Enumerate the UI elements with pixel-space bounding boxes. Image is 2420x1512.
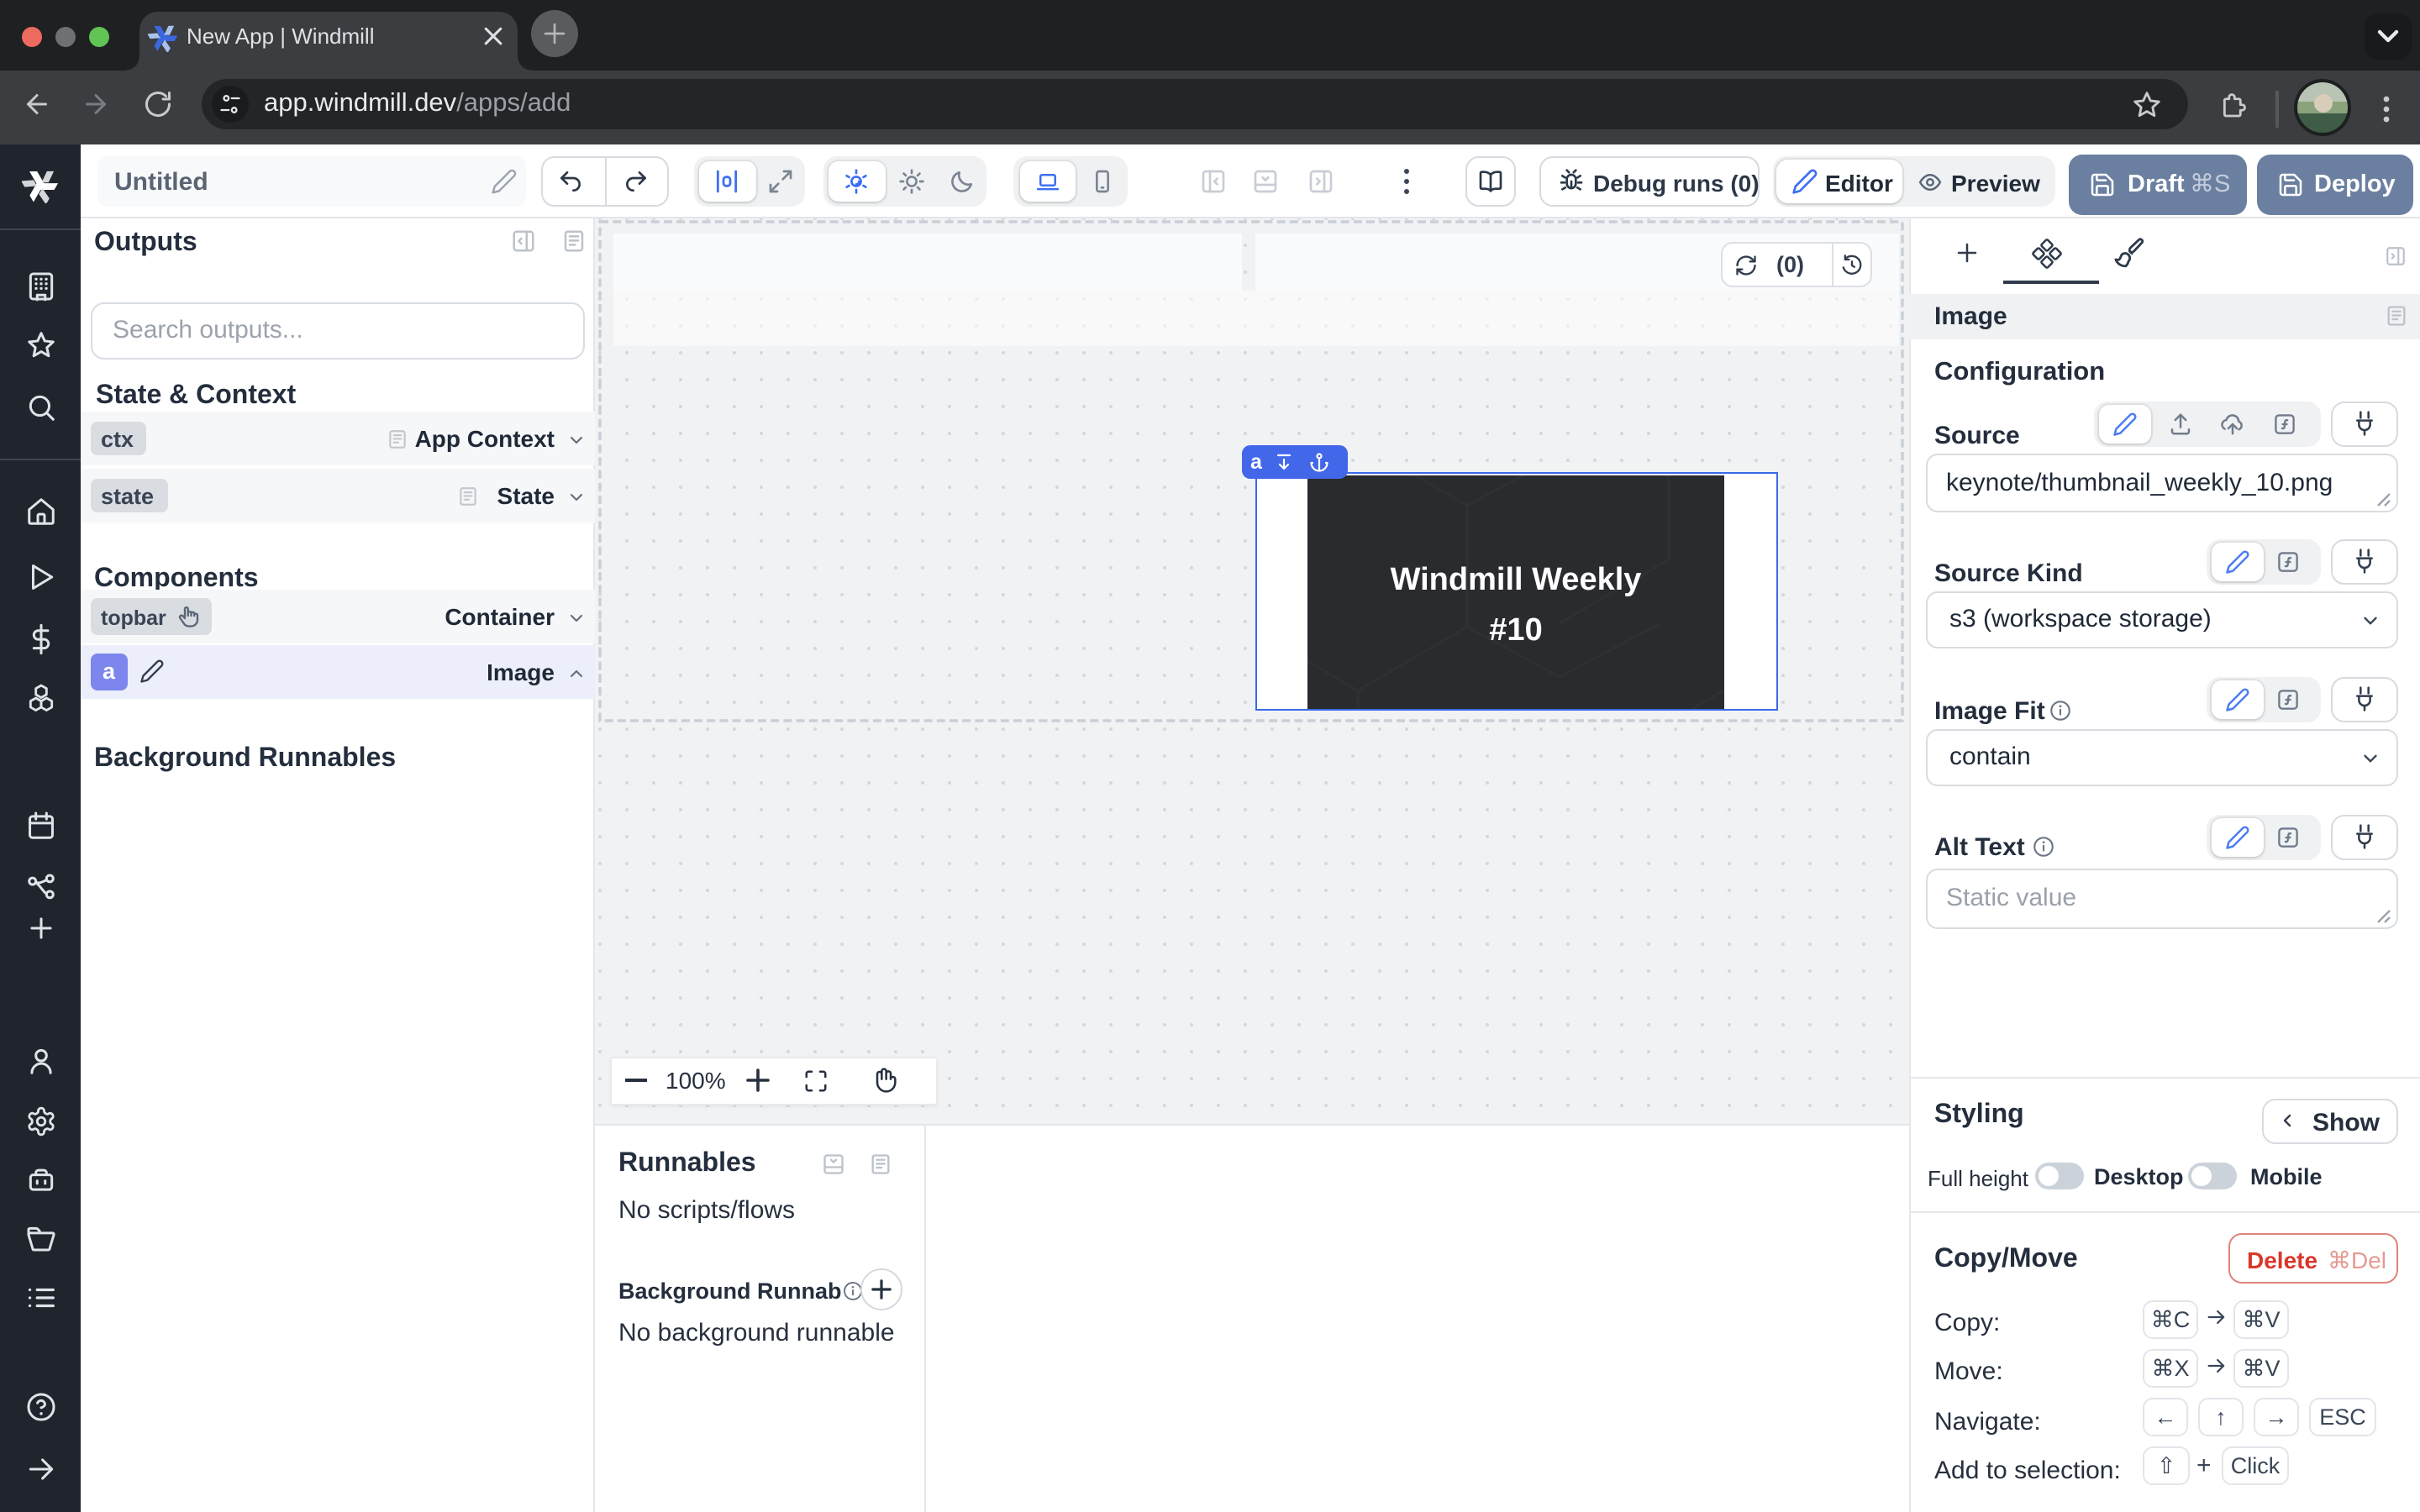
- svg-text:Windmill Weekly: Windmill Weekly: [1391, 561, 1642, 596]
- svg-text:#10: #10: [1489, 612, 1542, 647]
